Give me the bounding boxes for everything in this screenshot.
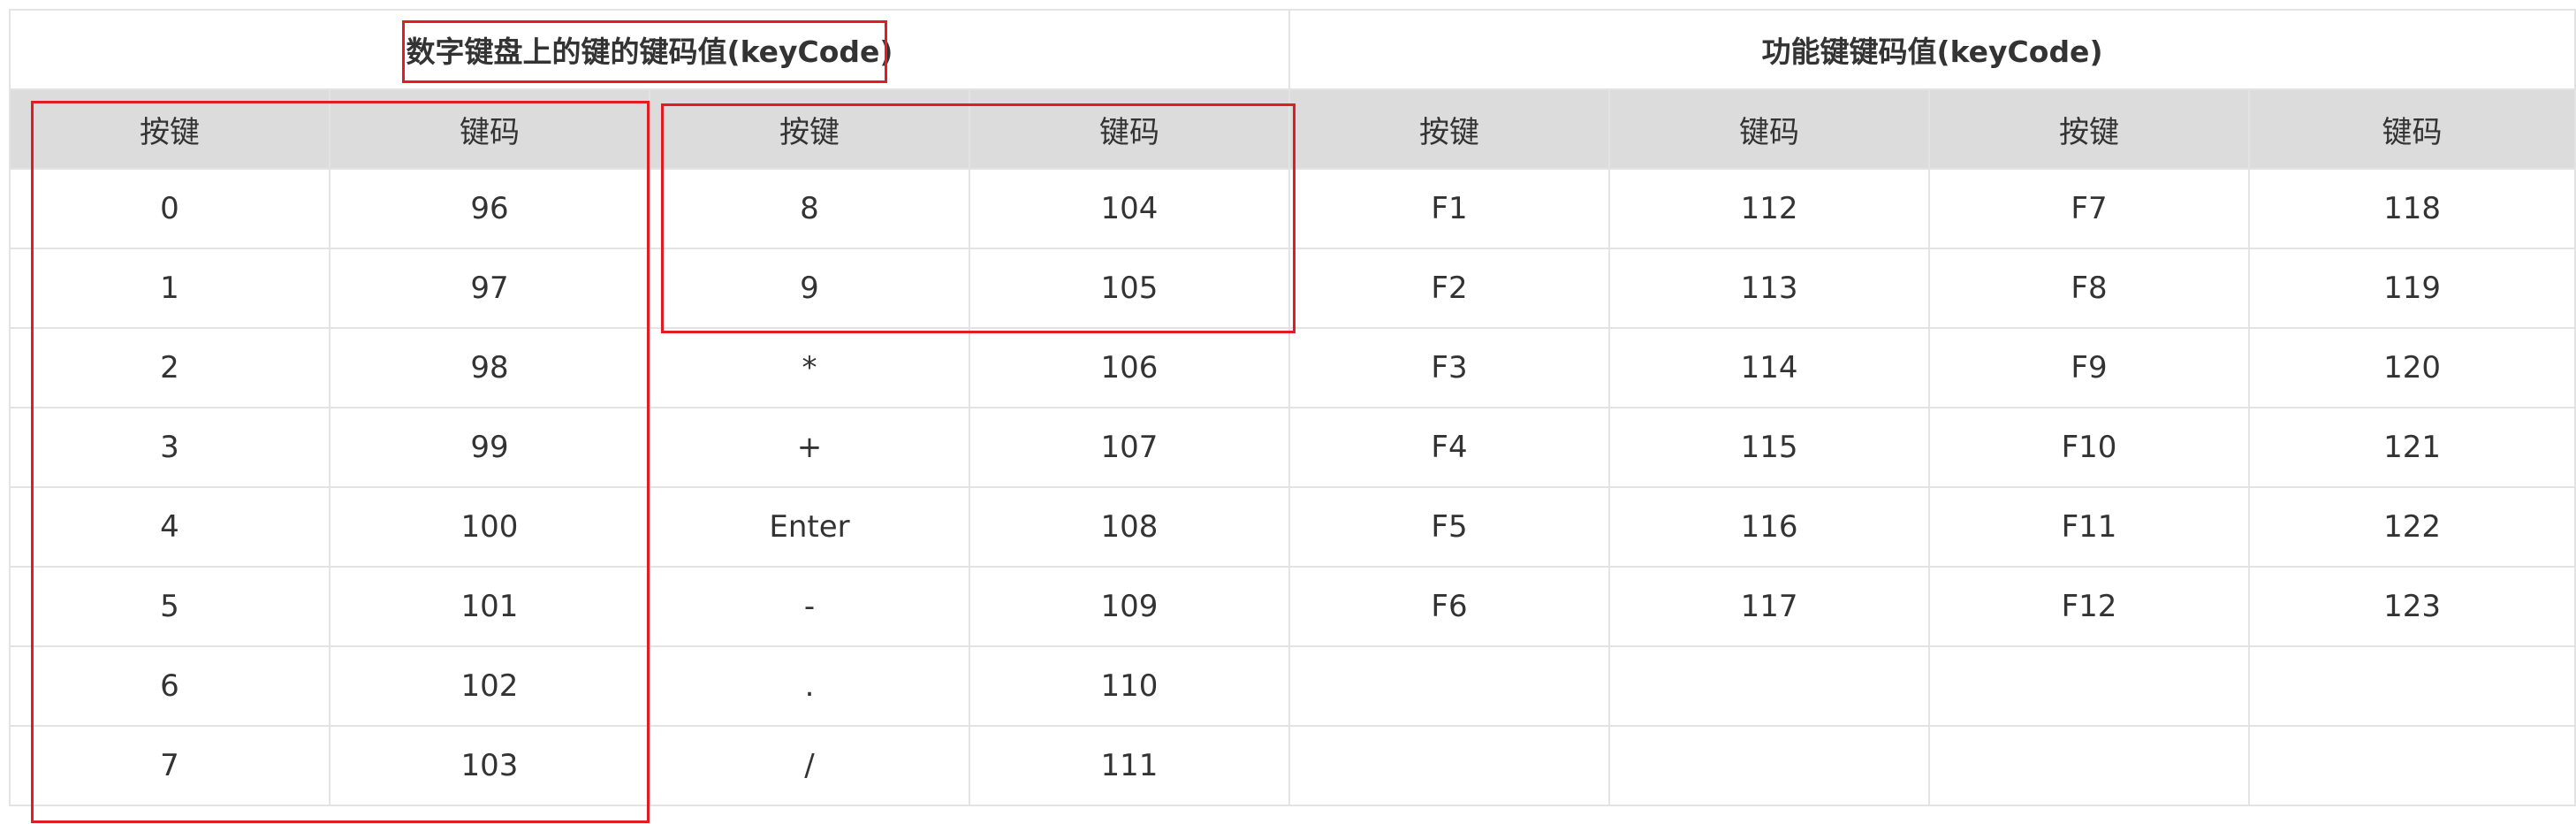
column-header-code: 键码 [1608,88,1931,170]
numpad-section-title-cell: 数字键盘上的键的键码值(keyCode) [8,9,1291,90]
table-cell: Enter [649,486,970,568]
column-header-key: 按键 [1928,88,2251,170]
column-header-key: 按键 [9,88,331,170]
table-cell: 121 [2248,407,2576,488]
table-cell: - [649,566,970,647]
table-cell: F5 [1288,486,1611,568]
table-cell: 111 [968,725,1291,806]
table-cell: 96 [329,168,650,249]
table-cell: 8 [649,168,970,249]
table-cell: 9 [649,248,970,329]
table-cell: 119 [2248,248,2576,329]
column-header-code: 键码 [968,88,1291,170]
table-cell: 98 [329,327,650,408]
table-cell: F9 [1928,327,2251,408]
table-cell: 97 [329,248,650,329]
table-row: 4 100 Enter 108 F5 116 F11 122 [9,486,2576,568]
table-cell: 110 [968,645,1291,727]
table-cell: 2 [9,327,331,408]
function-section-title: 功能键键码值(keyCode) [1761,34,2103,69]
table-cell: F12 [1928,566,2251,647]
function-section-title-cell: 功能键键码值(keyCode) [1288,9,2576,90]
section-title-row: 数字键盘上的键的键码值(keyCode) 功能键键码值(keyCode) [8,9,2576,90]
table-cell: 118 [2248,168,2576,249]
table-cell: 109 [968,566,1291,647]
table-cell: 7 [9,725,331,806]
numpad-section-title: 数字键盘上的键的键码值(keyCode) [406,34,893,69]
table-cell: 102 [329,645,650,727]
table-cell: 1 [9,248,331,329]
column-header-code: 键码 [329,88,650,170]
table-cell: 100 [329,486,650,568]
table-cell: * [649,327,970,408]
table-cell: 4 [9,486,331,568]
table-cell: 122 [2248,486,2576,568]
column-header-key: 按键 [1288,88,1611,170]
table-cell [1608,725,1931,806]
table-cell: 112 [1608,168,1931,249]
table-row: 3 99 + 107 F4 115 F10 121 [9,407,2576,488]
table-cell [1288,645,1611,727]
table-cell [1288,725,1611,806]
table-cell: F6 [1288,566,1611,647]
table-cell [1928,725,2251,806]
table-cell: F10 [1928,407,2251,488]
column-header-row: 按键 键码 按键 键码 按键 键码 按键 键码 [9,88,2576,170]
table-cell: F2 [1288,248,1611,329]
table-cell: F4 [1288,407,1611,488]
table-cell [2248,725,2576,806]
table-cell: 115 [1608,407,1931,488]
table-cell: . [649,645,970,727]
table-cell: 117 [1608,566,1931,647]
table-cell: 108 [968,486,1291,568]
table-cell: 106 [968,327,1291,408]
table-cell: 116 [1608,486,1931,568]
table-cell: 101 [329,566,650,647]
table-cell [1608,645,1931,727]
table-cell: F7 [1928,168,2251,249]
table-row: 1 97 9 105 F2 113 F8 119 [9,248,2576,329]
keycode-table: 数字键盘上的键的键码值(keyCode) 功能键键码值(keyCode) 按键 … [8,9,2576,806]
table-row: 5 101 - 109 F6 117 F12 123 [9,566,2576,647]
table-cell: 3 [9,407,331,488]
table-cell: 113 [1608,248,1931,329]
column-header-key: 按键 [649,88,970,170]
table-cell: 107 [968,407,1291,488]
table-cell: F8 [1928,248,2251,329]
table-cell: 0 [9,168,331,249]
table-cell: / [649,725,970,806]
table-cell [1928,645,2251,727]
table-row: 7 103 / 111 [9,725,2576,806]
table-cell [2248,645,2576,727]
table-row: 0 96 8 104 F1 112 F7 118 [9,168,2576,249]
table-row: 2 98 * 106 F3 114 F9 120 [9,327,2576,408]
table-row: 6 102 . 110 [9,645,2576,727]
table-cell: 105 [968,248,1291,329]
table-cell: 99 [329,407,650,488]
table-cell: F1 [1288,168,1611,249]
table-cell: F3 [1288,327,1611,408]
table-cell: + [649,407,970,488]
column-header-code: 键码 [2248,88,2576,170]
table-cell: 120 [2248,327,2576,408]
table-cell: 103 [329,725,650,806]
table-cell: 6 [9,645,331,727]
table-cell: 104 [968,168,1291,249]
table-cell: 5 [9,566,331,647]
table-cell: F11 [1928,486,2251,568]
table-cell: 114 [1608,327,1931,408]
table-cell: 123 [2248,566,2576,647]
